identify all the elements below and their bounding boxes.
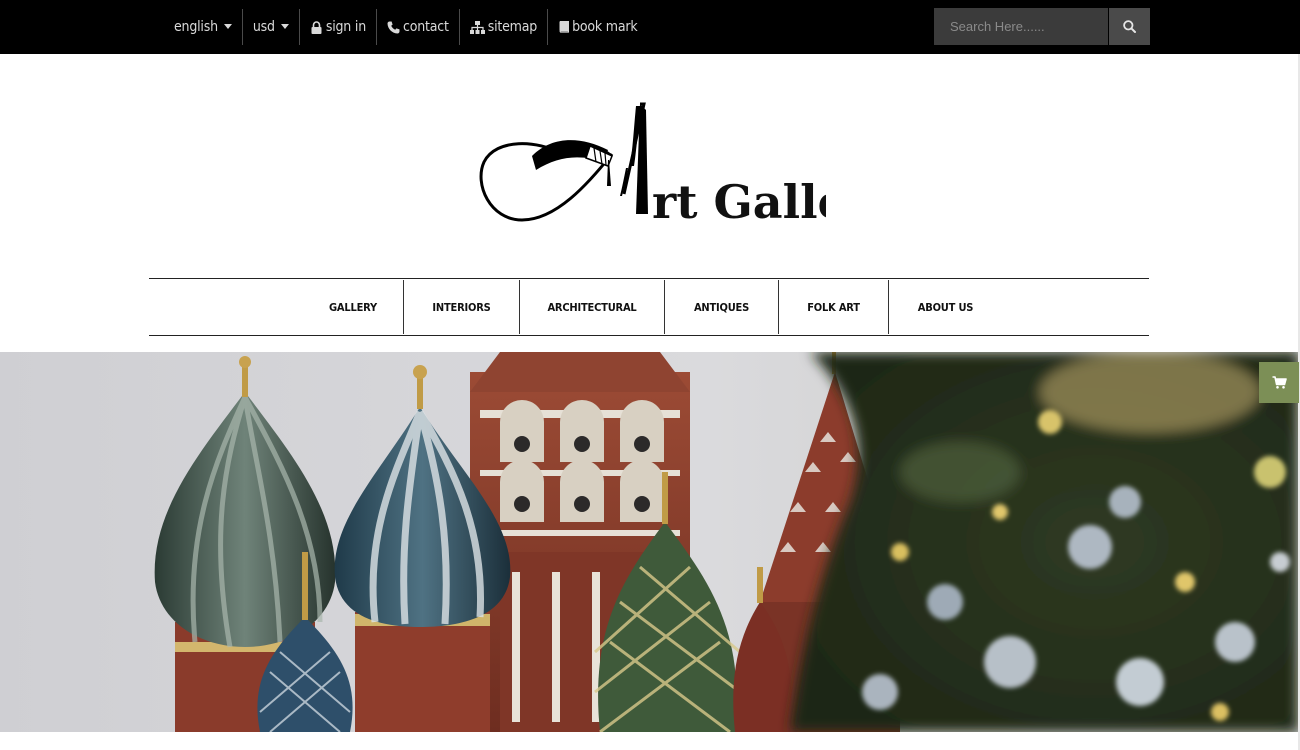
nav-item-about-us[interactable]: ABOUT US: [889, 279, 1002, 335]
logo-brush-mark: rt Gallery: [479, 102, 899, 229]
nav-item-label: ARCHITECTURAL: [547, 300, 637, 314]
nav-item-label: FOLK ART: [807, 300, 860, 314]
nav-item-folk-art[interactable]: FOLK ART: [779, 279, 888, 335]
search-input[interactable]: [934, 8, 1108, 45]
chevron-down-icon: [280, 23, 289, 29]
search-icon: [1123, 20, 1136, 33]
language-label: english: [174, 19, 218, 35]
sitemap-icon: [469, 20, 485, 34]
top-bar-links: english usd sign in contact sitemap book…: [164, 0, 647, 54]
phone-icon: [387, 20, 400, 34]
search-form: [934, 8, 1150, 45]
search-button[interactable]: [1109, 8, 1150, 45]
lock-icon: [310, 20, 323, 34]
nav-item-interiors[interactable]: INTERIORS: [404, 279, 519, 335]
sitemap-link[interactable]: sitemap: [460, 9, 549, 45]
top-bar: english usd sign in contact sitemap book…: [0, 0, 1300, 54]
bookmark-icon: [558, 20, 569, 34]
hero-illustration: [0, 352, 1298, 732]
nav-item-label: ANTIQUES: [693, 300, 750, 314]
sign-in-label: sign in: [325, 19, 366, 35]
currency-label: usd: [252, 19, 275, 35]
sign-in-link[interactable]: sign in: [300, 9, 377, 45]
hero-banner-image: [0, 352, 1298, 732]
nav-item-gallery[interactable]: GALLERY: [303, 279, 403, 335]
cart-button[interactable]: [1259, 362, 1299, 403]
language-dropdown[interactable]: english: [164, 9, 243, 45]
bookmark-link[interactable]: book mark: [548, 9, 647, 45]
chevron-down-icon: [223, 23, 232, 29]
nav-item-label: ABOUT US: [917, 300, 974, 314]
bookmark-label: book mark: [572, 19, 638, 35]
currency-dropdown[interactable]: usd: [243, 9, 300, 45]
contact-label: contact: [402, 19, 449, 35]
main-nav: GALLERY INTERIORS ARCHITECTURAL ANTIQUES…: [149, 278, 1149, 336]
site-logo[interactable]: rt Gallery Art Gallery: [476, 96, 899, 236]
nav-item-antiques[interactable]: ANTIQUES: [665, 279, 778, 335]
shopping-cart-icon: [1272, 376, 1287, 389]
svg-text:rt Gallery: rt Gallery: [652, 175, 826, 229]
nav-item-label: INTERIORS: [432, 300, 491, 314]
sitemap-label: sitemap: [487, 19, 538, 35]
nav-item-architectural[interactable]: ARCHITECTURAL: [520, 279, 664, 335]
contact-link[interactable]: contact: [377, 9, 460, 45]
nav-item-label: GALLERY: [329, 300, 377, 314]
logo-text: Art Gallery: [826, 96, 827, 97]
